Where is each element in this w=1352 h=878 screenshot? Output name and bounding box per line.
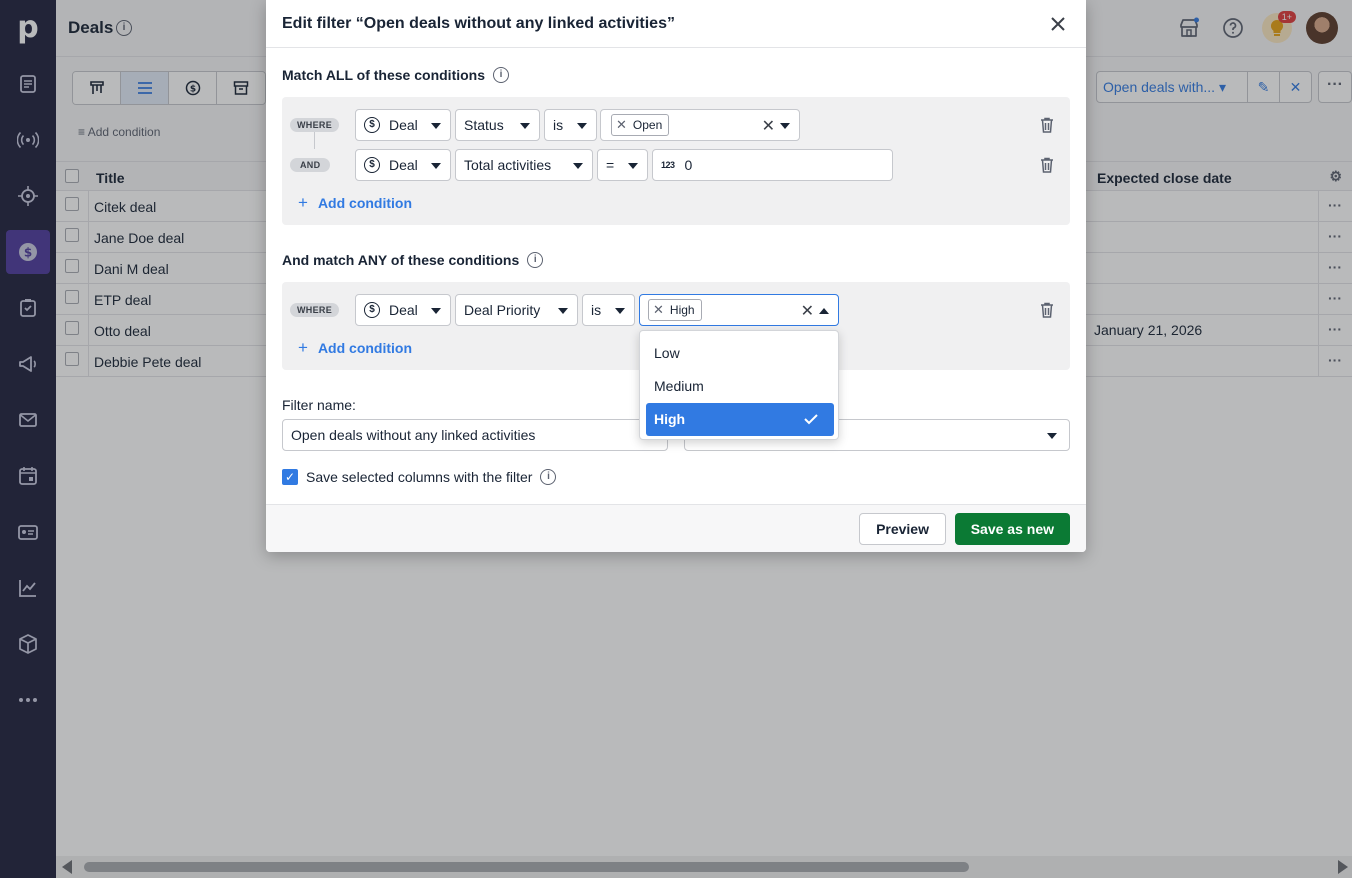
value-chip: ✕ High: [648, 299, 702, 321]
priority-dropdown-menu: Low Medium High: [639, 330, 839, 440]
info-icon[interactable]: i: [540, 469, 557, 485]
filter-name-label: Filter name:: [282, 397, 356, 413]
value-select-open[interactable]: ✕ High ✕: [639, 294, 839, 326]
modal-footer: Preview Save as new: [266, 504, 1086, 552]
match-all-conditions: WHERE $ Deal Status is ✕ Open ✕ AND $ De…: [282, 97, 1070, 225]
modal-title: Edit filter “Open deals without any link…: [282, 15, 675, 32]
modal-header: Edit filter “Open deals without any link…: [266, 0, 1086, 48]
operator-select[interactable]: =: [597, 149, 648, 181]
entity-select[interactable]: $ Deal: [355, 109, 451, 141]
dollar-icon: $: [364, 157, 380, 173]
filter-name-input[interactable]: Open deals without any linked activities: [282, 419, 668, 451]
add-condition-button[interactable]: + Add condition: [298, 193, 412, 213]
option-low[interactable]: Low: [646, 337, 834, 370]
add-condition-button[interactable]: + Add condition: [298, 338, 412, 358]
operator-select[interactable]: is: [544, 109, 597, 141]
caret-down-icon: [577, 123, 587, 129]
dollar-icon: $: [364, 117, 380, 133]
value-select[interactable]: ✕ Open ✕: [600, 109, 800, 141]
caret-down-icon: [615, 308, 625, 314]
delete-trash-icon[interactable]: [1040, 117, 1054, 133]
match-all-title: Match ALL of these conditions i: [282, 67, 510, 83]
clear-value-icon[interactable]: ✕: [762, 116, 775, 136]
caret-down-icon: [628, 163, 638, 169]
option-high[interactable]: High: [646, 403, 834, 436]
preview-button[interactable]: Preview: [859, 513, 946, 545]
caret-down-icon: [520, 123, 530, 129]
condition-row: WHERE $ Deal Deal Priority is ✕ High ✕: [282, 294, 1070, 326]
value-input[interactable]: 123 0: [652, 149, 893, 181]
clear-value-icon[interactable]: ✕: [801, 301, 814, 321]
info-icon[interactable]: i: [493, 67, 510, 83]
plus-icon: +: [298, 338, 308, 357]
app-root: p $ Deals i 1+ $ ≡ Add condition Open de…: [0, 0, 1352, 878]
remove-chip-icon[interactable]: ✕: [616, 117, 627, 133]
caret-down-icon: [431, 163, 441, 169]
option-medium[interactable]: Medium: [646, 370, 834, 403]
checkmark-icon: [804, 414, 818, 425]
caret-down-icon: [431, 308, 441, 314]
plus-icon: +: [298, 193, 308, 212]
caret-down-icon: [573, 163, 583, 169]
field-select[interactable]: Total activities: [455, 149, 593, 181]
save-columns-label: Save selected columns with the filter: [306, 469, 533, 485]
condition-row: AND $ Deal Total activities = 123 0: [282, 149, 1070, 181]
entity-select[interactable]: $ Deal: [355, 149, 451, 181]
field-select[interactable]: Status: [455, 109, 540, 141]
field-select[interactable]: Deal Priority: [455, 294, 578, 326]
caret-down-icon: [431, 123, 441, 129]
delete-trash-icon[interactable]: [1040, 302, 1054, 318]
close-icon[interactable]: [1048, 14, 1068, 34]
dollar-icon: $: [364, 302, 380, 318]
and-tag: AND: [290, 158, 331, 172]
match-any-title: And match ANY of these conditions i: [282, 252, 544, 268]
caret-down-icon: [1047, 433, 1057, 439]
operator-select[interactable]: is: [582, 294, 635, 326]
caret-up-icon: [819, 308, 829, 314]
where-tag: WHERE: [290, 303, 339, 317]
where-tag: WHERE: [290, 118, 339, 132]
delete-trash-icon[interactable]: [1040, 157, 1054, 173]
condition-row: WHERE $ Deal Status is ✕ Open ✕: [282, 109, 1070, 141]
save-columns-row[interactable]: ✓ Save selected columns with the filter …: [282, 469, 557, 485]
save-columns-checkbox[interactable]: ✓: [282, 469, 298, 485]
entity-select[interactable]: $ Deal: [355, 294, 451, 326]
info-icon[interactable]: i: [527, 252, 544, 268]
number-icon: 123: [661, 160, 675, 170]
value-chip: ✕ Open: [611, 114, 670, 136]
edit-filter-modal: Edit filter “Open deals without any link…: [266, 0, 1086, 552]
save-as-new-button[interactable]: Save as new: [954, 513, 1070, 545]
caret-down-icon: [558, 308, 568, 314]
remove-chip-icon[interactable]: ✕: [653, 302, 664, 318]
caret-down-icon: [780, 123, 790, 129]
